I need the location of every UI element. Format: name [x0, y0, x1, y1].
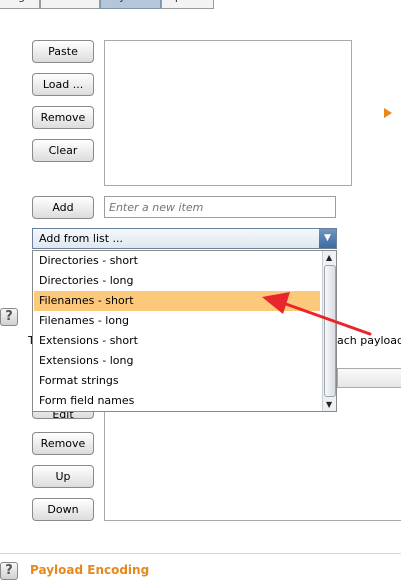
annotation-arrow-icon — [262, 292, 372, 336]
